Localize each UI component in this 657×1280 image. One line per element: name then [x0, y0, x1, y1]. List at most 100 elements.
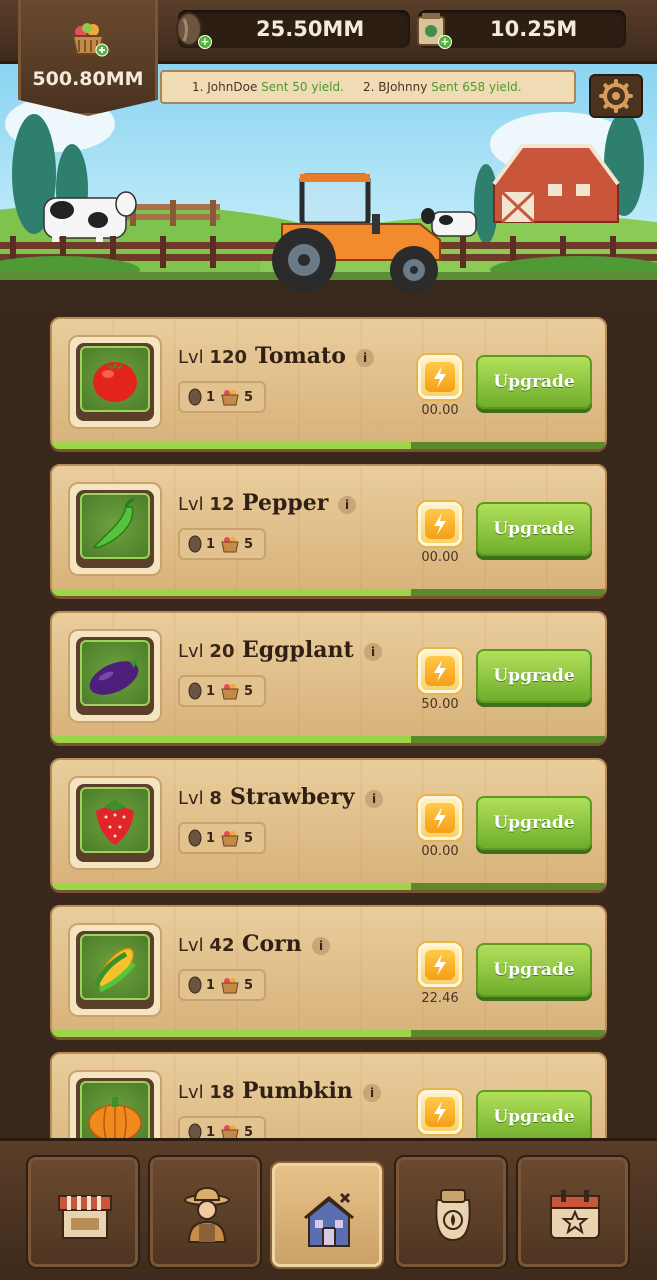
boost-value: 22.46	[421, 991, 459, 1006]
crop-thumbnail	[68, 776, 162, 870]
basket-icon	[221, 978, 239, 994]
upgrade-cost: 1 5	[178, 969, 266, 1001]
boost-button[interactable]	[418, 796, 462, 840]
ticker-text-1: Sent 50 yield.	[261, 80, 344, 94]
upgrade-button[interactable]: Upgrade	[476, 649, 592, 703]
seed-icon: +	[174, 9, 212, 49]
eggplant-icon	[89, 658, 139, 695]
growth-progress-bar	[52, 442, 605, 449]
crop-card-tomato: Lvl 120 Tomato i 1 5 00.00 Upgrade	[50, 317, 607, 449]
add-seeds-icon[interactable]: +	[198, 35, 212, 49]
growth-progress-bar	[52, 1030, 605, 1037]
crop-name: Pepper	[242, 490, 329, 516]
basket-icon	[221, 831, 239, 847]
nav-farm-button[interactable]	[270, 1161, 384, 1269]
crop-card-corn: Lvl 42 Corn i 1 5 22.46 Upgrade	[50, 905, 607, 1037]
growth-progress-bar	[52, 883, 605, 890]
upgrade-cost: 1 5	[178, 381, 266, 413]
upgrade-cost: 1 5	[178, 1116, 266, 1140]
seeds-value: 25.50MM	[256, 17, 365, 41]
settings-button[interactable]	[589, 74, 643, 118]
bags-counter[interactable]: + 10.25M	[417, 10, 626, 49]
info-icon[interactable]: i	[312, 937, 330, 955]
seeds-counter[interactable]: + 25.50MM	[176, 10, 410, 49]
lightning-icon	[434, 366, 446, 388]
calendar-star-icon	[550, 1190, 600, 1239]
farmhouse-icon	[304, 1192, 354, 1247]
boost-button[interactable]	[418, 1090, 462, 1134]
basket-total-badge[interactable]: 500.80MM	[18, 0, 158, 116]
info-icon[interactable]: i	[364, 643, 382, 661]
crop-thumbnail	[68, 629, 162, 723]
lightning-icon	[434, 1101, 446, 1123]
seed-icon	[188, 976, 202, 994]
upgrade-button[interactable]: Upgrade	[476, 355, 592, 409]
upgrade-cost: 1 5	[178, 528, 266, 560]
upgrade-button[interactable]: Upgrade	[476, 796, 592, 850]
info-icon[interactable]: i	[356, 349, 374, 367]
upgrade-button[interactable]: Upgrade	[476, 502, 592, 556]
level-label: Lvl 120	[178, 347, 247, 368]
basket-icon	[221, 537, 239, 553]
boost-button[interactable]	[418, 502, 462, 546]
lightning-icon	[434, 660, 446, 682]
crop-card-strawberry: Lvl 8 Strawbery i 1 5 00.00 Upgrade	[50, 758, 607, 890]
info-icon[interactable]: i	[338, 496, 356, 514]
upgrade-cost: 1 5	[178, 675, 266, 707]
nav-market-button[interactable]	[26, 1155, 140, 1269]
nav-farmer-button[interactable]	[148, 1155, 262, 1269]
pepper-icon	[92, 497, 135, 549]
crop-thumbnail	[68, 923, 162, 1017]
crop-card-eggplant: Lvl 20 Eggplant i 1 5 50.00 Upgrade	[50, 611, 607, 743]
activity-ticker: 1. JohnDoe Sent 50 yield. 2. BJohnny Sen…	[160, 70, 576, 104]
crop-name: Tomato	[255, 343, 346, 369]
farmer-icon	[184, 1186, 230, 1243]
basket-icon	[221, 390, 239, 406]
boost-button[interactable]	[418, 943, 462, 987]
pumpkin-icon	[88, 1097, 142, 1140]
level-label: Lvl 8	[178, 788, 222, 809]
crop-name: Pumbkin	[242, 1078, 353, 1104]
ticker-user-2: 2. BJohnny	[363, 80, 428, 94]
crop-card-pepper: Lvl 12 Pepper i 1 5 00.00 Upgrade	[50, 464, 607, 596]
market-stall-icon	[58, 1195, 112, 1239]
upgrade-button[interactable]: Upgrade	[476, 1090, 592, 1140]
info-icon[interactable]: i	[363, 1084, 381, 1102]
seed-icon	[188, 682, 202, 700]
seed-icon	[188, 829, 202, 847]
crop-thumbnail	[68, 1070, 162, 1140]
crop-list[interactable]: Lvl 120 Tomato i 1 5 00.00 Upgrade Lvl 1…	[0, 310, 657, 1140]
bags-value: 10.25M	[490, 17, 578, 41]
ticker-text-2: Sent 658 yield.	[431, 80, 522, 94]
upgrade-cost: 1 5	[178, 822, 266, 854]
crop-name: Corn	[242, 931, 302, 957]
seed-bag-icon	[435, 1189, 471, 1242]
strawberry-icon	[96, 799, 134, 845]
crop-card-pumpkin: Lvl 18 Pumbkin i 1 5 Upgrade	[50, 1052, 607, 1140]
seed-icon	[188, 535, 202, 553]
level-label: Lvl 42	[178, 935, 235, 956]
info-icon[interactable]: i	[365, 790, 383, 808]
growth-progress-bar	[52, 589, 605, 596]
nav-seeds-button[interactable]	[394, 1155, 508, 1269]
bottom-navigation	[0, 1138, 657, 1280]
add-bags-icon[interactable]: +	[438, 35, 452, 49]
tomato-icon	[93, 362, 137, 402]
boost-value: 00.00	[421, 844, 459, 859]
basket-icon	[221, 684, 239, 700]
lightning-icon	[434, 954, 446, 976]
boost-value: 00.00	[421, 403, 459, 418]
boost-value: 50.00	[421, 697, 459, 712]
nav-events-button[interactable]	[516, 1155, 630, 1269]
level-label: Lvl 20	[178, 641, 235, 662]
level-label: Lvl 18	[178, 1082, 235, 1103]
boost-button[interactable]	[418, 649, 462, 693]
boost-button[interactable]	[418, 355, 462, 399]
ticker-user-1: 1. JohnDoe	[192, 80, 258, 94]
seed-bag-icon: +	[414, 9, 452, 49]
lightning-icon	[434, 513, 446, 535]
upgrade-button[interactable]: Upgrade	[476, 943, 592, 997]
crop-thumbnail	[68, 335, 162, 429]
level-label: Lvl 12	[178, 494, 235, 515]
basket-value: 500.80MM	[32, 68, 144, 90]
